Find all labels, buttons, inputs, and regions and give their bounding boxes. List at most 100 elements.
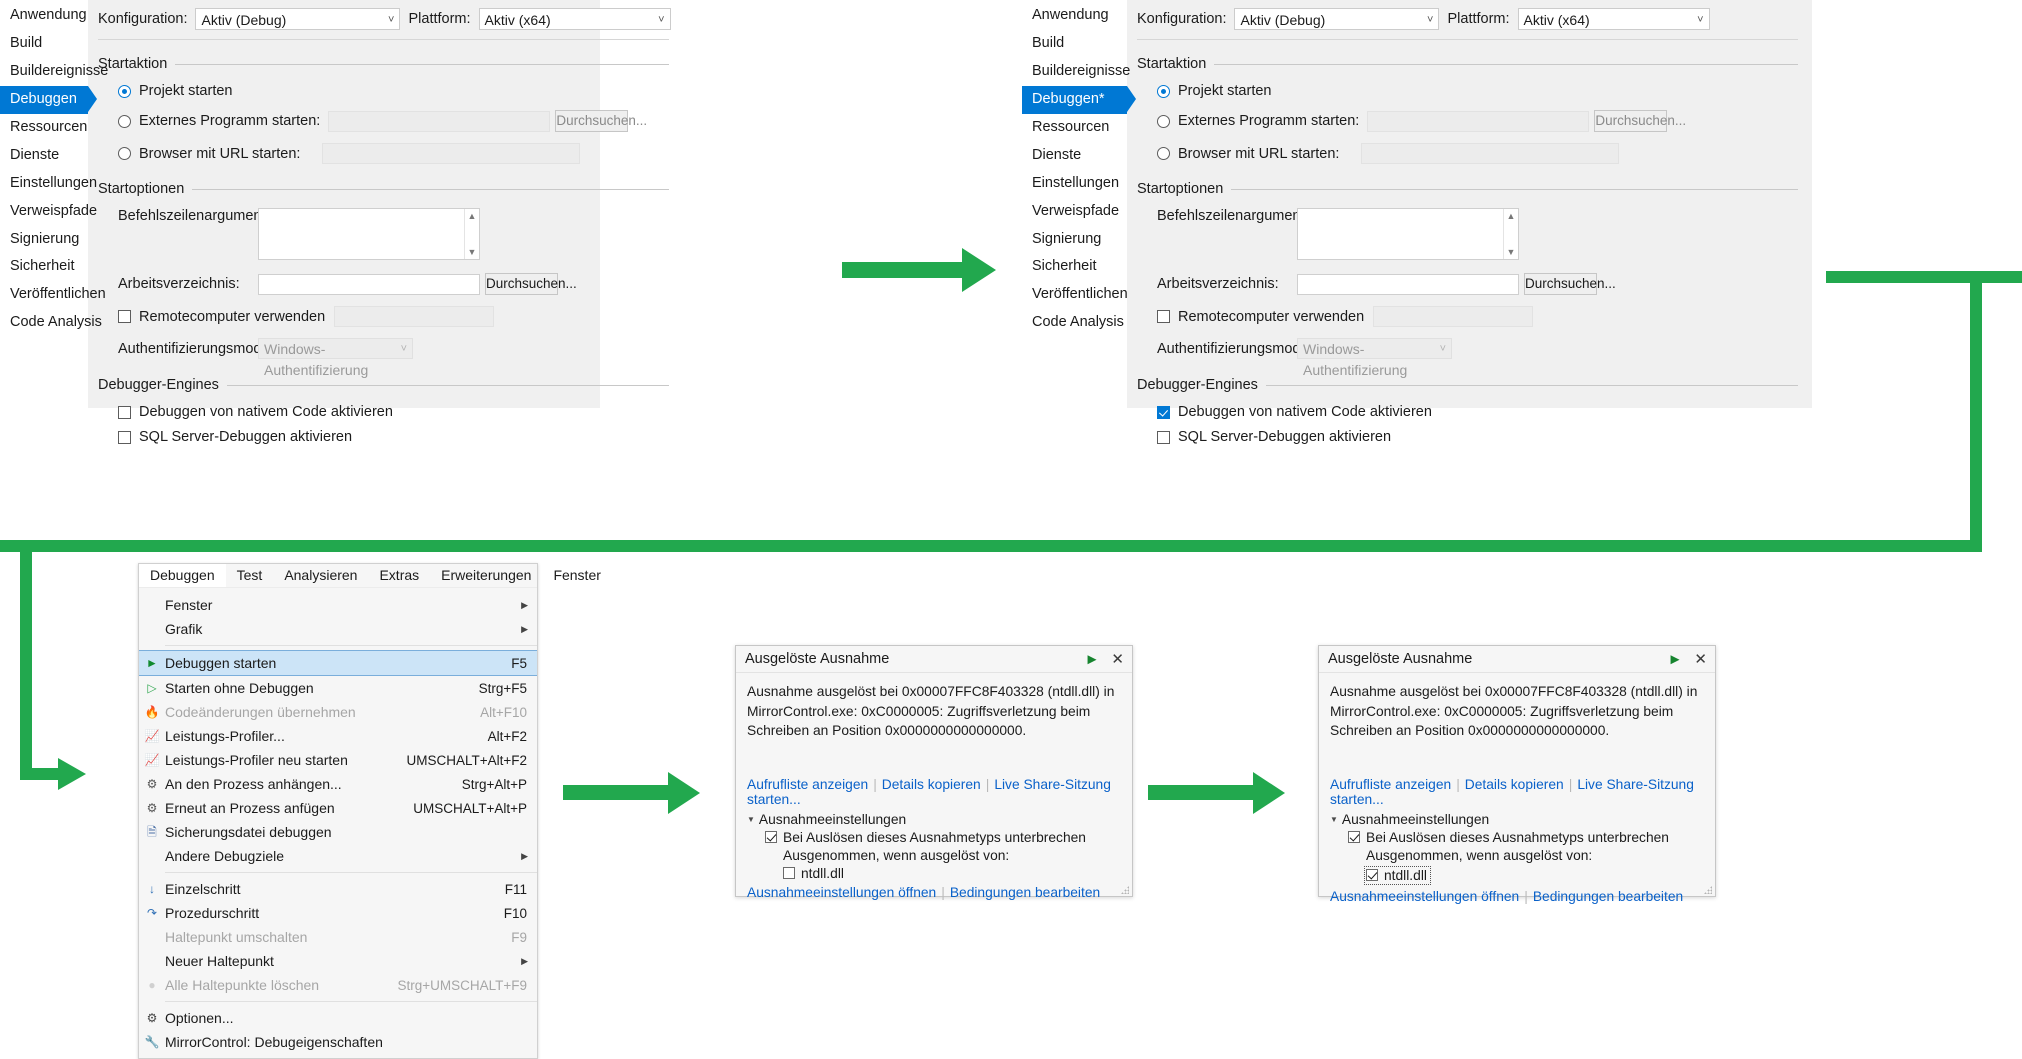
sidebar-item-verweispfade[interactable]: Verweispfade — [0, 198, 97, 226]
checkbox-native-debugging[interactable] — [1157, 405, 1170, 419]
radio-row-browser[interactable]: Browser mit URL starten: — [1157, 143, 1812, 164]
menu-item-debuggen-starten[interactable]: ► Debuggen starten F5 — [139, 650, 537, 676]
native-debug-row[interactable]: Debuggen von nativem Code aktivieren — [118, 404, 683, 420]
sidebar-item-anwendung[interactable]: Anwendung — [0, 2, 88, 30]
sidebar-item-ressourcen[interactable]: Ressourcen — [1022, 114, 1127, 142]
sidebar-item-build[interactable]: Build — [1022, 30, 1127, 58]
sidebar-item-veroeffentlichen[interactable]: Veröffentlichen — [1022, 281, 1128, 309]
scroll-down-icon[interactable]: ▼ — [465, 245, 479, 259]
checkbox-module-ntdll[interactable] — [783, 867, 795, 880]
sidebar-item-build[interactable]: Build — [0, 30, 88, 58]
menubar-item-extras[interactable]: Extras — [368, 564, 430, 587]
sidebar-item-einstellungen[interactable]: Einstellungen — [0, 170, 97, 198]
sidebar-item-sicherheit[interactable]: Sicherheit — [1022, 253, 1127, 281]
checkbox-remotecomputer[interactable] — [1157, 310, 1170, 323]
exception-dialog-before[interactable]: Ausgelöste Ausnahme ► ✕ Ausnahme ausgelö… — [735, 645, 1133, 900]
link-bedingungen-bearbeiten[interactable]: Bedingungen bearbeiten — [1533, 889, 1683, 904]
menu-item-starten-ohne-debuggen[interactable]: ▷ Starten ohne Debuggen Strg+F5 — [139, 676, 537, 700]
radio-row-projekt[interactable]: Projekt starten — [1157, 83, 1812, 99]
menu-item-mirrorcontrol-debugeigenschaften[interactable]: 🔧 MirrorControl: Debugeigenschaften — [139, 1030, 537, 1054]
sidebar-item-dienste[interactable]: Dienste — [0, 142, 88, 170]
triangle-expanded-icon[interactable]: ▼ — [747, 815, 755, 824]
menu-item-andere-debugziele[interactable]: Andere Debugziele ▶ — [139, 844, 537, 868]
link-aufrufliste-anzeigen[interactable]: Aufrufliste anzeigen — [747, 777, 868, 792]
menubar-item-fenster[interactable]: Fenster — [542, 564, 611, 587]
menu-item-optionen[interactable]: ⚙ Optionen... — [139, 1006, 537, 1030]
radio-row-projekt[interactable]: Projekt starten — [118, 83, 683, 99]
platform-combo[interactable]: Aktiv (x64) ˅ — [1517, 8, 1710, 30]
sidebar-item-signierung[interactable]: Signierung — [1022, 226, 1127, 254]
config-combo[interactable]: Aktiv (Debug) ˅ — [195, 8, 401, 30]
link-details-kopieren[interactable]: Details kopieren — [882, 777, 981, 792]
sql-debug-row[interactable]: SQL Server-Debuggen aktivieren — [118, 429, 683, 445]
radio-externes-programm[interactable] — [1157, 114, 1170, 128]
radio-row-externes[interactable]: Externes Programm starten: Durchsuchen..… — [118, 110, 683, 132]
menu-item-leistungs-profiler[interactable]: 📈 Leistungs-Profiler... Alt+F2 — [139, 724, 537, 748]
close-icon[interactable]: ✕ — [1694, 650, 1707, 668]
checkbox-module-ntdll[interactable] — [1366, 869, 1378, 882]
args-scrollbar[interactable]: ▲ ▼ — [1503, 209, 1518, 259]
scroll-down-icon[interactable]: ▼ — [1504, 245, 1518, 259]
link-ausnahmeeinstellungen-oeffnen[interactable]: Ausnahmeeinstellungen öffnen — [1330, 889, 1519, 904]
sidebar-item-einstellungen[interactable]: Einstellungen — [1022, 170, 1127, 198]
workdir-input[interactable] — [258, 273, 480, 295]
menubar-item-erweiterungen[interactable]: Erweiterungen — [430, 564, 542, 587]
exception-settings-tree[interactable]: ▼ Ausnahmeeinstellungen Bei Auslösen dies… — [1330, 812, 1704, 885]
exception-dialog-after[interactable]: Ausgelöste Ausnahme ► ✕ Ausnahme ausgelö… — [1318, 645, 1716, 904]
link-details-kopieren[interactable]: Details kopieren — [1465, 777, 1564, 792]
sql-debug-row[interactable]: SQL Server-Debuggen aktivieren — [1157, 429, 1812, 445]
radio-externes-programm[interactable] — [118, 114, 131, 128]
checkbox-sql-debugging[interactable] — [1157, 430, 1170, 444]
resize-grip-icon[interactable] — [1121, 886, 1129, 894]
radio-browser-url[interactable] — [118, 147, 131, 160]
link-ausnahmeeinstellungen-oeffnen[interactable]: Ausnahmeeinstellungen öffnen — [747, 885, 936, 900]
menu-item-prozedurschritt[interactable]: ↷ Prozedurschritt F10 — [139, 901, 537, 925]
remote-row[interactable]: Remotecomputer verwenden — [1157, 306, 1812, 327]
radio-projekt-starten[interactable] — [118, 84, 131, 98]
menu-item-erneut-an-prozess-anfuegen[interactable]: ⚙ Erneut an Prozess anfügen UMSCHALT+Alt… — [139, 796, 537, 820]
menu-item-an-den-prozess-anhaengen[interactable]: ⚙ An den Prozess anhängen... Strg+Alt+P — [139, 772, 537, 796]
module-row[interactable]: ntdll.dll — [1364, 865, 1431, 885]
sidebar-item-debuggen[interactable]: Debuggen* — [1022, 85, 1136, 114]
sidebar-item-code-analysis[interactable]: Code Analysis — [0, 309, 102, 337]
radio-row-externes[interactable]: Externes Programm starten: Durchsuchen..… — [1157, 110, 1812, 132]
sidebar-item-dienste[interactable]: Dienste — [1022, 142, 1127, 170]
checkbox-sql-debugging[interactable] — [118, 430, 131, 444]
break-on-throw-row[interactable]: Bei Auslösen dieses Ausnahmetyps unterbr… — [1348, 830, 1704, 845]
sidebar-item-verweispfade[interactable]: Verweispfade — [1022, 198, 1127, 226]
break-on-throw-row[interactable]: Bei Auslösen dieses Ausnahmetyps unterbr… — [765, 830, 1121, 845]
checkbox-break-on-throw[interactable] — [1348, 831, 1360, 844]
menu-item-leistungs-profiler-neu-starten[interactable]: 📈 Leistungs-Profiler neu starten UMSCHAL… — [139, 748, 537, 772]
menubar-item-analysieren[interactable]: Analysieren — [273, 564, 368, 587]
sidebar-item-buildereignisse[interactable]: Buildereignisse — [1022, 58, 1130, 86]
module-row[interactable]: ntdll.dll — [783, 866, 1121, 881]
checkbox-break-on-throw[interactable] — [765, 831, 777, 844]
scroll-up-icon[interactable]: ▲ — [465, 209, 479, 223]
property-sidebar-after[interactable]: Anwendung Build Buildereignisse Debuggen… — [1022, 0, 1136, 408]
menubar-item-test[interactable]: Test — [226, 564, 274, 587]
sidebar-item-signierung[interactable]: Signierung — [0, 226, 88, 254]
menu-item-sicherungsdatei-debuggen[interactable]: 🗎 Sicherungsdatei debuggen — [139, 820, 537, 844]
link-aufrufliste-anzeigen[interactable]: Aufrufliste anzeigen — [1330, 777, 1451, 792]
menu-item-grafik[interactable]: Grafik ▶ — [139, 617, 537, 641]
menu-item-fenster[interactable]: Fenster ▶ — [139, 593, 537, 617]
close-icon[interactable]: ✕ — [1111, 650, 1124, 668]
property-sidebar-before[interactable]: Anwendung Build Buildereignisse Debuggen… — [0, 0, 108, 408]
link-bedingungen-bearbeiten[interactable]: Bedingungen bearbeiten — [950, 885, 1100, 900]
checkbox-native-debugging[interactable] — [118, 405, 131, 419]
sidebar-item-ressourcen[interactable]: Ressourcen — [0, 114, 88, 142]
browse-workdir-button[interactable]: Durchsuchen... — [1524, 273, 1616, 295]
exception-settings-tree[interactable]: ▼ Ausnahmeeinstellungen Bei Auslösen dies… — [747, 812, 1121, 881]
scroll-up-icon[interactable]: ▲ — [1504, 209, 1518, 223]
triangle-expanded-icon[interactable]: ▼ — [1330, 815, 1338, 824]
menu-items[interactable]: Fenster ▶ Grafik ▶ ► Debuggen starten F5… — [139, 588, 537, 1058]
radio-projekt-starten[interactable] — [1157, 84, 1170, 98]
debug-menu[interactable]: Debuggen Test Analysieren Extras Erweite… — [138, 563, 601, 1059]
browse-workdir-button[interactable]: Durchsuchen... — [485, 273, 577, 295]
sidebar-item-code-analysis[interactable]: Code Analysis — [1022, 309, 1127, 337]
args-scrollbar[interactable]: ▲ ▼ — [464, 209, 479, 259]
menu-item-neuer-haltepunkt[interactable]: Neuer Haltepunkt ▶ — [139, 949, 537, 973]
workdir-input[interactable] — [1297, 273, 1519, 295]
args-textarea[interactable]: ▲ ▼ — [258, 208, 480, 260]
config-combo[interactable]: Aktiv (Debug) ˅ — [1234, 8, 1440, 30]
